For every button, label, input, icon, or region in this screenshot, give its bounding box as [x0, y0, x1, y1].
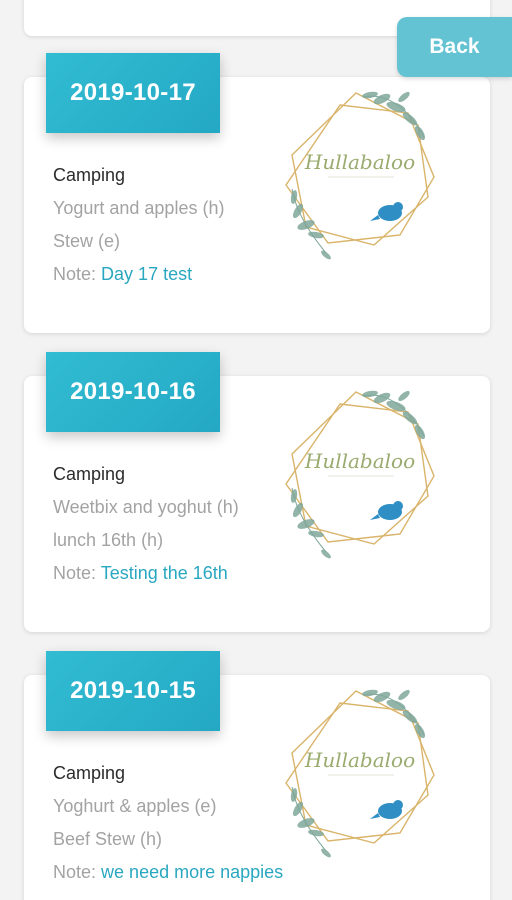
meal-item: Yogurt and apples (h) [53, 198, 225, 218]
hullabaloo-logo: Hullabaloo [285, 390, 435, 559]
note-text: we need more nappies [101, 862, 284, 882]
entry-note: Note: Day 17 test [53, 258, 224, 291]
note-label: Note: [53, 862, 97, 882]
diary-entry-card[interactable]: 2019-10-17 Camping Yogurt and apples (h)… [24, 53, 490, 333]
bird-icon [370, 501, 403, 520]
diary-entry-card[interactable]: 2019-10-15 Camping Yoghurt & apples (e) … [24, 651, 490, 900]
bird-icon [370, 800, 403, 819]
hullabaloo-logo: Hullabaloo [285, 91, 435, 260]
entry-title: Camping [53, 763, 126, 783]
note-label: Note: [53, 563, 97, 583]
date-badge: 2019-10-16 [46, 352, 220, 432]
entry-note: Note: Testing the 16th [53, 557, 239, 590]
note-text: Day 17 test [101, 264, 193, 284]
entry-note: Note: we need more nappies [53, 856, 283, 889]
meal-item: Yoghurt & apples (e) [53, 796, 217, 816]
meal-item: Stew (e) [53, 231, 121, 251]
date-badge: 2019-10-15 [46, 651, 220, 731]
meal-item: lunch 16th (h) [53, 530, 164, 550]
logo-wordmark: Hullabaloo [304, 150, 415, 174]
hullabaloo-logo: Hullabaloo [285, 689, 435, 858]
entry-title: Camping [53, 165, 126, 185]
back-button[interactable]: Back [397, 17, 512, 77]
meal-item: Weetbix and yoghut (h) [53, 497, 239, 517]
diary-screen: Back 2019-10-17 Camping Yogurt and apple… [0, 0, 512, 900]
logo-wordmark: Hullabaloo [304, 748, 415, 772]
note-text: Testing the 16th [100, 563, 228, 583]
diary-entry-card[interactable]: 2019-10-16 Camping Weetbix and yoghut (h… [24, 352, 490, 632]
entry-title: Camping [53, 464, 126, 484]
note-label: Note: [53, 264, 97, 284]
bird-icon [370, 202, 403, 221]
logo-wordmark: Hullabaloo [304, 449, 415, 473]
meal-item: Beef Stew (h) [53, 829, 163, 849]
date-badge: 2019-10-17 [46, 53, 220, 133]
